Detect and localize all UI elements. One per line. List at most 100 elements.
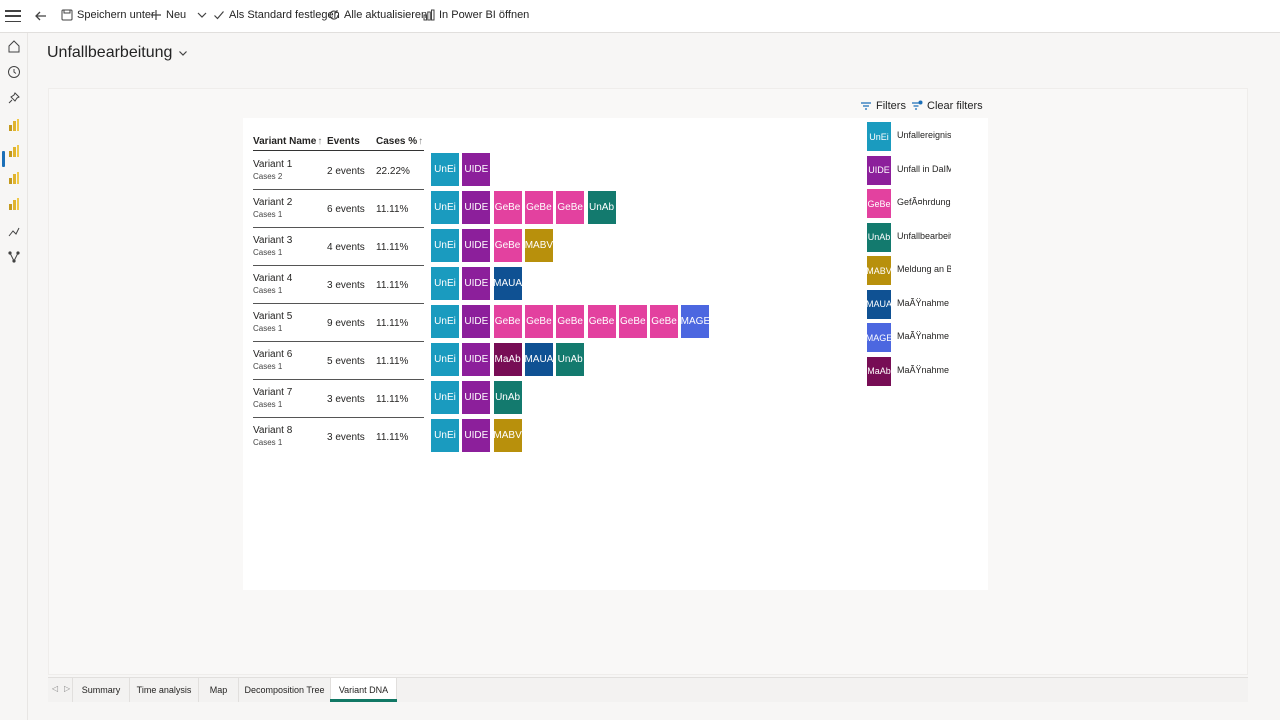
sort-arrow-icon: ↑ bbox=[418, 136, 424, 147]
new-button[interactable]: Neu bbox=[150, 9, 208, 21]
activity-block-uide[interactable]: UIDE bbox=[462, 229, 491, 262]
activity-block-gebe[interactable]: GeBe bbox=[618, 305, 647, 338]
tab-scroll-left-icon[interactable]: ◁ bbox=[52, 684, 58, 693]
report-icon[interactable] bbox=[7, 197, 21, 211]
pin-icon[interactable] bbox=[7, 91, 21, 105]
chevron-down-icon[interactable] bbox=[196, 9, 208, 21]
report-icon[interactable] bbox=[7, 144, 21, 158]
activity-block-unei[interactable]: UnEi bbox=[431, 191, 459, 224]
save-as-button[interactable]: Speichern unter bbox=[61, 9, 155, 21]
activity-block-maua[interactable]: MAUA bbox=[493, 267, 522, 300]
activity-block-uide[interactable]: UIDE bbox=[462, 343, 491, 376]
activity-block-gebe[interactable]: GeBe bbox=[493, 305, 522, 338]
activity-block-uide[interactable]: UIDE bbox=[462, 191, 491, 224]
sort-arrow-icon: ↑ bbox=[317, 136, 323, 147]
clear-filter-icon bbox=[912, 100, 923, 110]
top-toolbar: Speichern unter Neu Als Standard festleg… bbox=[0, 0, 1280, 33]
variant-name-cell: Variant 7 Cases 1 bbox=[253, 387, 292, 409]
chevron-down-icon bbox=[179, 51, 188, 56]
col-header-label: Cases % bbox=[376, 136, 418, 147]
events-cell: 3 events bbox=[327, 280, 365, 291]
tab-map[interactable]: Map bbox=[198, 678, 238, 702]
row-divider bbox=[253, 379, 424, 380]
activity-block-mabv[interactable]: MABV bbox=[524, 229, 553, 262]
analytics-icon[interactable] bbox=[7, 224, 21, 238]
variant-name-cell: Variant 2 Cases 1 bbox=[253, 197, 292, 219]
row-divider bbox=[253, 341, 424, 342]
activity-block-maab[interactable]: MaAb bbox=[493, 343, 522, 376]
plus-icon bbox=[151, 10, 161, 20]
activity-block-unei[interactable]: UnEi bbox=[431, 343, 459, 376]
col-header-cases[interactable]: Cases %↑ bbox=[376, 136, 423, 147]
menu-icon[interactable] bbox=[5, 8, 21, 24]
variant-name: Variant 6 bbox=[253, 349, 293, 360]
home-icon[interactable] bbox=[7, 39, 21, 53]
activity-block-unei[interactable]: UnEi bbox=[431, 229, 459, 262]
legend-swatch-maab: MaAb bbox=[867, 356, 891, 386]
activity-block-unei[interactable]: UnEi bbox=[431, 267, 459, 300]
activity-block-mabv[interactable]: MABV bbox=[493, 419, 522, 452]
legend-label: Meldung an BG bbox=[897, 264, 951, 274]
activity-block-unab[interactable]: UnAb bbox=[587, 191, 616, 224]
activity-block-uide[interactable]: UIDE bbox=[462, 381, 491, 414]
tab-time-analysis[interactable]: Time analysis bbox=[129, 678, 198, 702]
variant-name-cell: Variant 1 Cases 2 bbox=[253, 159, 292, 181]
activity-block-unab[interactable]: UnAb bbox=[493, 381, 522, 414]
col-header-variant-name[interactable]: Variant Name↑ bbox=[253, 136, 322, 147]
activity-block-unab[interactable]: UnAb bbox=[556, 343, 585, 376]
row-divider bbox=[253, 189, 424, 190]
activity-block-gebe[interactable]: GeBe bbox=[556, 305, 585, 338]
activity-block-gebe[interactable]: GeBe bbox=[493, 191, 522, 224]
activity-block-unei[interactable]: UnEi bbox=[431, 381, 459, 414]
activity-block-unei[interactable]: UnEi bbox=[431, 305, 459, 338]
variant-cases: Cases 1 bbox=[253, 324, 283, 333]
powerbi-icon bbox=[423, 9, 435, 21]
variant-cases: Cases 1 bbox=[253, 400, 283, 409]
activity-block-gebe[interactable]: GeBe bbox=[524, 191, 553, 224]
tab-scroll-right-icon[interactable]: ▷ bbox=[64, 684, 70, 693]
recent-clock-icon[interactable] bbox=[7, 65, 21, 79]
variant-cases: Cases 1 bbox=[253, 362, 283, 371]
activity-block-uide[interactable]: UIDE bbox=[462, 305, 491, 338]
activity-block-uide[interactable]: UIDE bbox=[462, 267, 491, 300]
variant-name-cell: Variant 6 Cases 1 bbox=[253, 349, 292, 371]
activity-block-uide[interactable]: UIDE bbox=[462, 419, 491, 452]
events-cell: 2 events bbox=[327, 166, 365, 177]
back-arrow-icon[interactable] bbox=[33, 7, 49, 25]
activity-block-gebe[interactable]: GeBe bbox=[493, 229, 522, 262]
save-icon bbox=[61, 9, 73, 21]
process-map-icon[interactable] bbox=[7, 250, 21, 264]
active-indicator bbox=[2, 151, 5, 167]
page-title-dropdown[interactable]: Unfallbearbeitung bbox=[47, 44, 188, 62]
activity-block-mage[interactable]: MAGE bbox=[681, 305, 710, 338]
activity-block-uide[interactable]: UIDE bbox=[462, 153, 491, 186]
activity-block-gebe[interactable]: GeBe bbox=[650, 305, 679, 338]
set-default-button[interactable]: Als Standard festlegen bbox=[213, 9, 340, 21]
tab-summary[interactable]: Summary bbox=[72, 678, 129, 702]
tab-decomposition-tree[interactable]: Decomposition Tree bbox=[238, 678, 330, 702]
refresh-all-button[interactable]: Alle aktualisieren bbox=[328, 9, 427, 21]
cases-cell: 11.11% bbox=[376, 318, 409, 329]
left-nav-rail bbox=[0, 33, 28, 720]
activity-block-maua[interactable]: MAUA bbox=[524, 343, 553, 376]
open-powerbi-button[interactable]: In Power BI öffnen bbox=[423, 9, 529, 21]
variant-name: Variant 7 bbox=[253, 387, 293, 398]
col-header-events[interactable]: Events bbox=[327, 136, 360, 147]
activity-block-gebe[interactable]: GeBe bbox=[524, 305, 553, 338]
activity-block-gebe[interactable]: GeBe bbox=[556, 191, 585, 224]
variant-name-cell: Variant 8 Cases 1 bbox=[253, 425, 292, 447]
variant-name-cell: Variant 3 Cases 1 bbox=[253, 235, 292, 257]
activity-block-gebe[interactable]: GeBe bbox=[587, 305, 616, 338]
variant-cases: Cases 2 bbox=[253, 172, 283, 181]
legend-label: Unfall in DaIM bbox=[897, 163, 951, 174]
clear-filters-label: Clear filters bbox=[927, 100, 983, 112]
report-icon[interactable] bbox=[7, 118, 21, 132]
row-divider bbox=[253, 265, 424, 266]
clear-filters-button[interactable]: Clear filters bbox=[911, 100, 983, 112]
cases-cell: 11.11% bbox=[376, 280, 409, 291]
report-icon[interactable] bbox=[7, 171, 21, 185]
filters-button[interactable]: Filters bbox=[860, 100, 906, 112]
activity-block-unei[interactable]: UnEi bbox=[431, 153, 459, 186]
legend-swatch-gebe: GeBe bbox=[867, 189, 891, 218]
activity-block-unei[interactable]: UnEi bbox=[431, 419, 459, 452]
